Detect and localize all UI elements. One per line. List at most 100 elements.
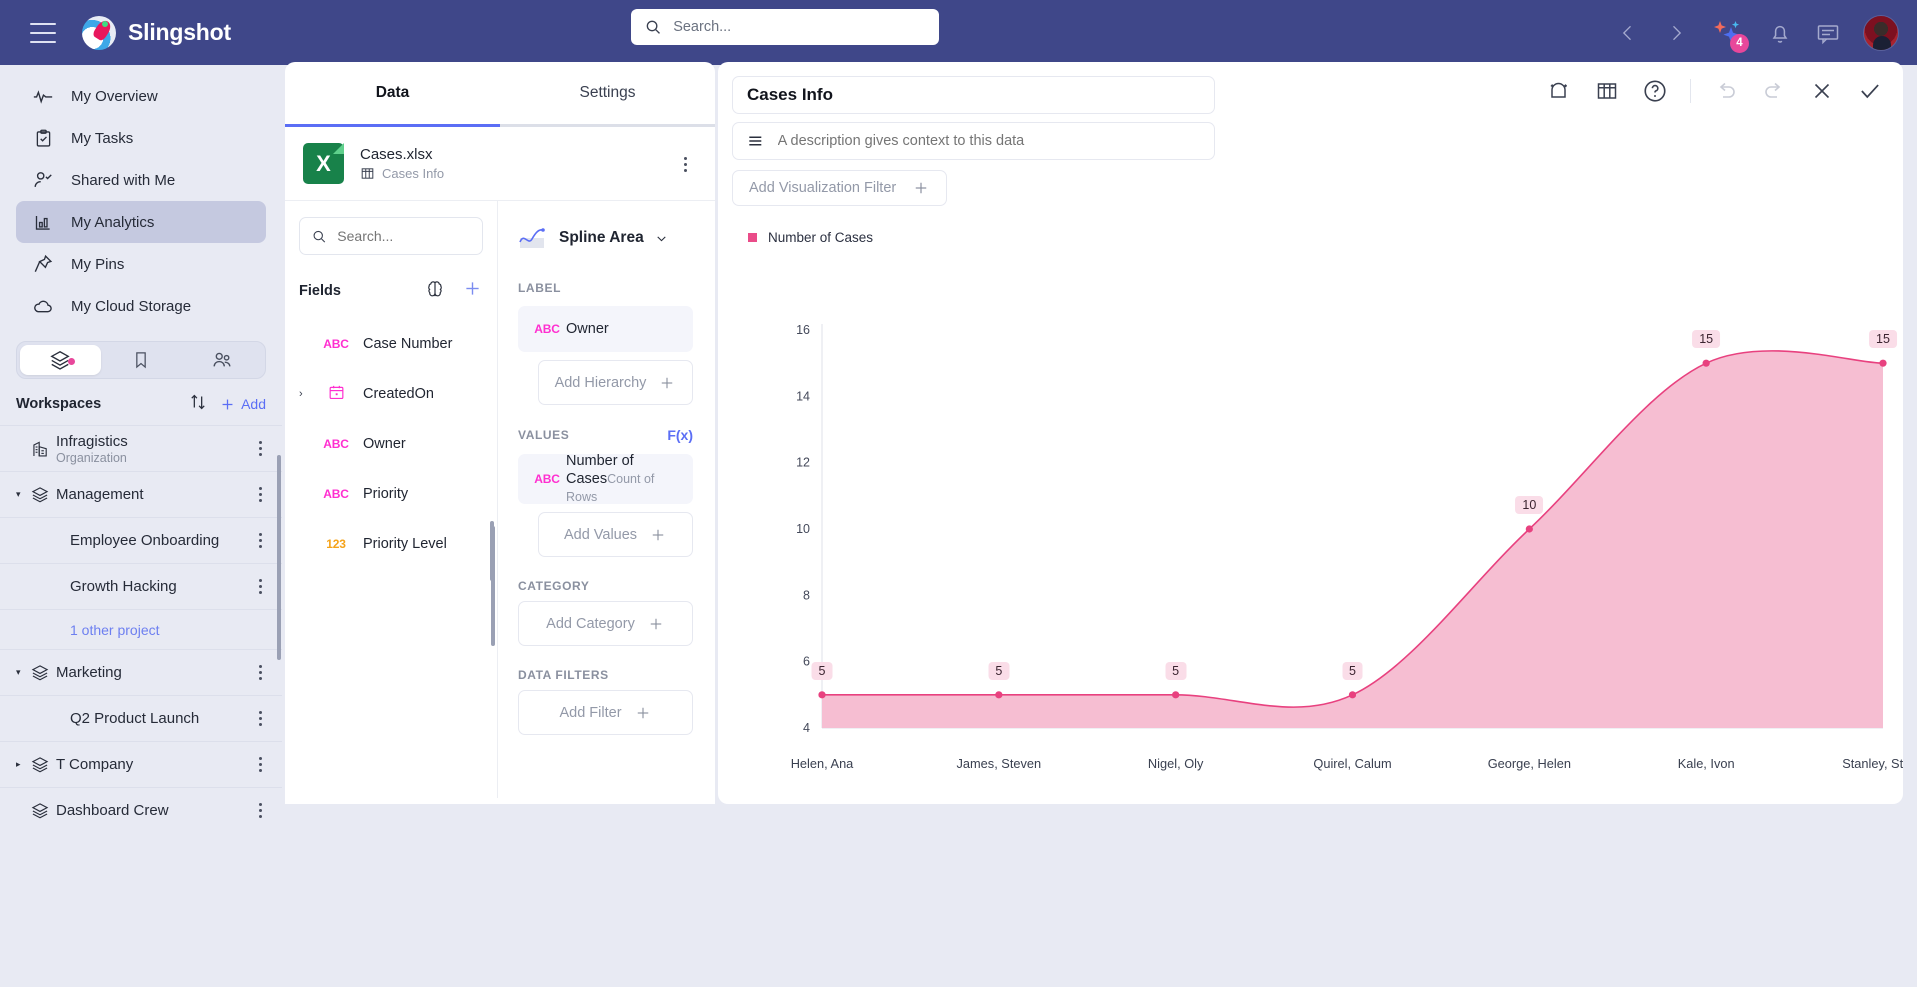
workspace-caret-icon[interactable]: ▾	[16, 489, 30, 500]
field-item[interactable]: ABC Owner	[299, 419, 483, 469]
dropzone-label[interactable]: Add Hierarchy	[538, 360, 693, 405]
dropzone-values[interactable]: Add Values	[538, 512, 693, 557]
plus-icon	[662, 377, 673, 388]
fields-search[interactable]	[299, 217, 483, 255]
field-item[interactable]: ABC Case Number	[299, 319, 483, 369]
workspace-menu-button[interactable]	[252, 665, 268, 680]
chevron-right-icon[interactable]: ›	[299, 388, 309, 400]
svg-text:10: 10	[796, 522, 810, 536]
workspace-row[interactable]: ▸ T Company	[0, 741, 282, 787]
forward-button[interactable]	[1663, 20, 1689, 46]
workspace-row[interactable]: ▾ Management	[0, 471, 282, 517]
sidebar-segment-bookmarks[interactable]	[101, 345, 182, 375]
workspace-label: Dashboard Crew	[56, 802, 169, 819]
fields-search-input[interactable]	[337, 228, 470, 244]
brain-icon[interactable]	[424, 278, 446, 305]
section-title: VALUES	[518, 428, 570, 442]
workspace-row[interactable]: Infragistics Organization	[0, 425, 282, 471]
other-projects-link[interactable]: 1 other project	[0, 609, 282, 649]
sidebar-scrollbar[interactable]	[277, 455, 281, 660]
tab-data[interactable]: Data	[285, 62, 500, 124]
global-search[interactable]	[631, 9, 939, 45]
sidebar-segment-workspaces[interactable]	[20, 345, 101, 375]
check-icon[interactable]	[1857, 78, 1883, 104]
workspace-menu-button[interactable]	[252, 803, 268, 818]
chart-description-input[interactable]	[777, 133, 1201, 149]
add-workspace-button[interactable]: Add	[219, 396, 266, 413]
avatar[interactable]	[1863, 14, 1899, 51]
pin-icon	[32, 253, 54, 275]
hamburger-icon[interactable]	[30, 22, 56, 43]
data-source-row[interactable]: X Cases.xlsx Cases Info	[285, 127, 715, 200]
people-icon	[213, 352, 231, 367]
workspace-row[interactable]: Employee Onboarding	[0, 517, 282, 563]
workspace-row[interactable]: Growth Hacking	[0, 563, 282, 609]
chart-marker	[1172, 691, 1180, 699]
workspace-caret-icon[interactable]: ▸	[16, 759, 30, 770]
add-field-button[interactable]	[462, 278, 483, 304]
dropzone-category[interactable]: Add Category	[518, 601, 693, 646]
brand: Slingshot	[82, 15, 231, 50]
redo-icon[interactable]	[1761, 78, 1787, 104]
workspace-menu-button[interactable]	[252, 579, 268, 594]
chip-name: Owner	[566, 321, 609, 337]
chart-point-label: 15	[1692, 330, 1721, 349]
workspace-menu-button[interactable]	[252, 533, 268, 548]
sidebar-item-my-pins[interactable]: My Pins	[16, 243, 266, 285]
sidebar-item-my-overview[interactable]: My Overview	[16, 75, 266, 117]
field-item[interactable]: ABC Priority	[299, 469, 483, 519]
workspace-caret-icon[interactable]: ▾	[16, 667, 30, 678]
workspace-menu-button[interactable]	[252, 711, 268, 726]
sidebar-item-shared-with-me[interactable]: Shared with Me	[16, 159, 266, 201]
sidebar-item-my-analytics[interactable]: My Analytics	[16, 201, 266, 243]
add-visual-icon[interactable]	[1546, 78, 1572, 104]
tab-settings[interactable]: Settings	[500, 62, 715, 124]
ai-assistant-button[interactable]: 4	[1711, 16, 1749, 53]
chart-title-input[interactable]	[732, 76, 1215, 114]
search-input[interactable]	[673, 19, 925, 35]
sidebar-item-my-cloud-storage[interactable]: My Cloud Storage	[16, 285, 266, 327]
data-source-menu-button[interactable]	[677, 157, 693, 172]
sidebar-item-my-tasks[interactable]: My Tasks	[16, 117, 266, 159]
close-icon[interactable]	[1809, 78, 1835, 104]
config-section-label: VALUES F(x)	[518, 427, 693, 443]
table-icon[interactable]	[1594, 78, 1620, 104]
workspace-menu-button[interactable]	[252, 487, 268, 502]
back-button[interactable]	[1615, 20, 1641, 46]
svg-text:12: 12	[796, 456, 810, 470]
config-scrollbar[interactable]	[490, 521, 494, 581]
add-visualization-filter-button[interactable]: Add Visualization Filter	[732, 170, 948, 206]
sidebar-item-label: My Pins	[71, 255, 125, 273]
workspace-row[interactable]: ▾ Marketing	[0, 649, 282, 695]
layers-icon	[30, 801, 56, 821]
undo-icon[interactable]	[1713, 78, 1739, 104]
layers-icon	[30, 485, 56, 505]
workspace-menu-button[interactable]	[252, 441, 268, 456]
chart-description-field[interactable]	[732, 122, 1215, 160]
chart-x-tick-label: James, Steven	[956, 756, 1042, 771]
sidebar-segment-people[interactable]	[181, 345, 262, 375]
config-chip[interactable]: ABC Owner	[518, 306, 693, 352]
workspace-row[interactable]: Dashboard Crew	[0, 787, 282, 833]
bell-icon	[1772, 25, 1788, 43]
sort-arrows-icon[interactable]	[187, 391, 209, 418]
user-shared-icon	[32, 169, 54, 191]
field-item[interactable]: › CreatedOn	[299, 369, 483, 419]
workspace-row[interactable]: Q2 Product Launch	[0, 695, 282, 741]
dropzone-label: Add Hierarchy	[554, 374, 647, 391]
config-sections: LABEL ABC Owner Add Hierarchy VALUES F(x) ABC N…	[518, 281, 693, 735]
data-panel: Data Settings X Cases.xlsx Cases Info Fi…	[285, 62, 715, 804]
table-icon	[361, 168, 374, 179]
notifications-button[interactable]	[1767, 20, 1793, 46]
workspace-menu-button[interactable]	[252, 757, 268, 772]
help-icon[interactable]	[1642, 78, 1668, 104]
config-chip[interactable]: ABC Number of CasesCount of Rows	[518, 453, 693, 504]
bookmark-icon	[136, 352, 146, 369]
messages-button[interactable]	[1815, 20, 1841, 46]
function-button[interactable]: F(x)	[667, 427, 693, 443]
dropzone-data-filters[interactable]: Add Filter	[518, 690, 693, 735]
ai-badge: 4	[1730, 33, 1749, 53]
field-item[interactable]: 123 Priority Level	[299, 519, 483, 569]
sidebar-item-label: My Analytics	[71, 213, 155, 231]
visualization-type-selector[interactable]: Spline Area	[518, 217, 693, 259]
